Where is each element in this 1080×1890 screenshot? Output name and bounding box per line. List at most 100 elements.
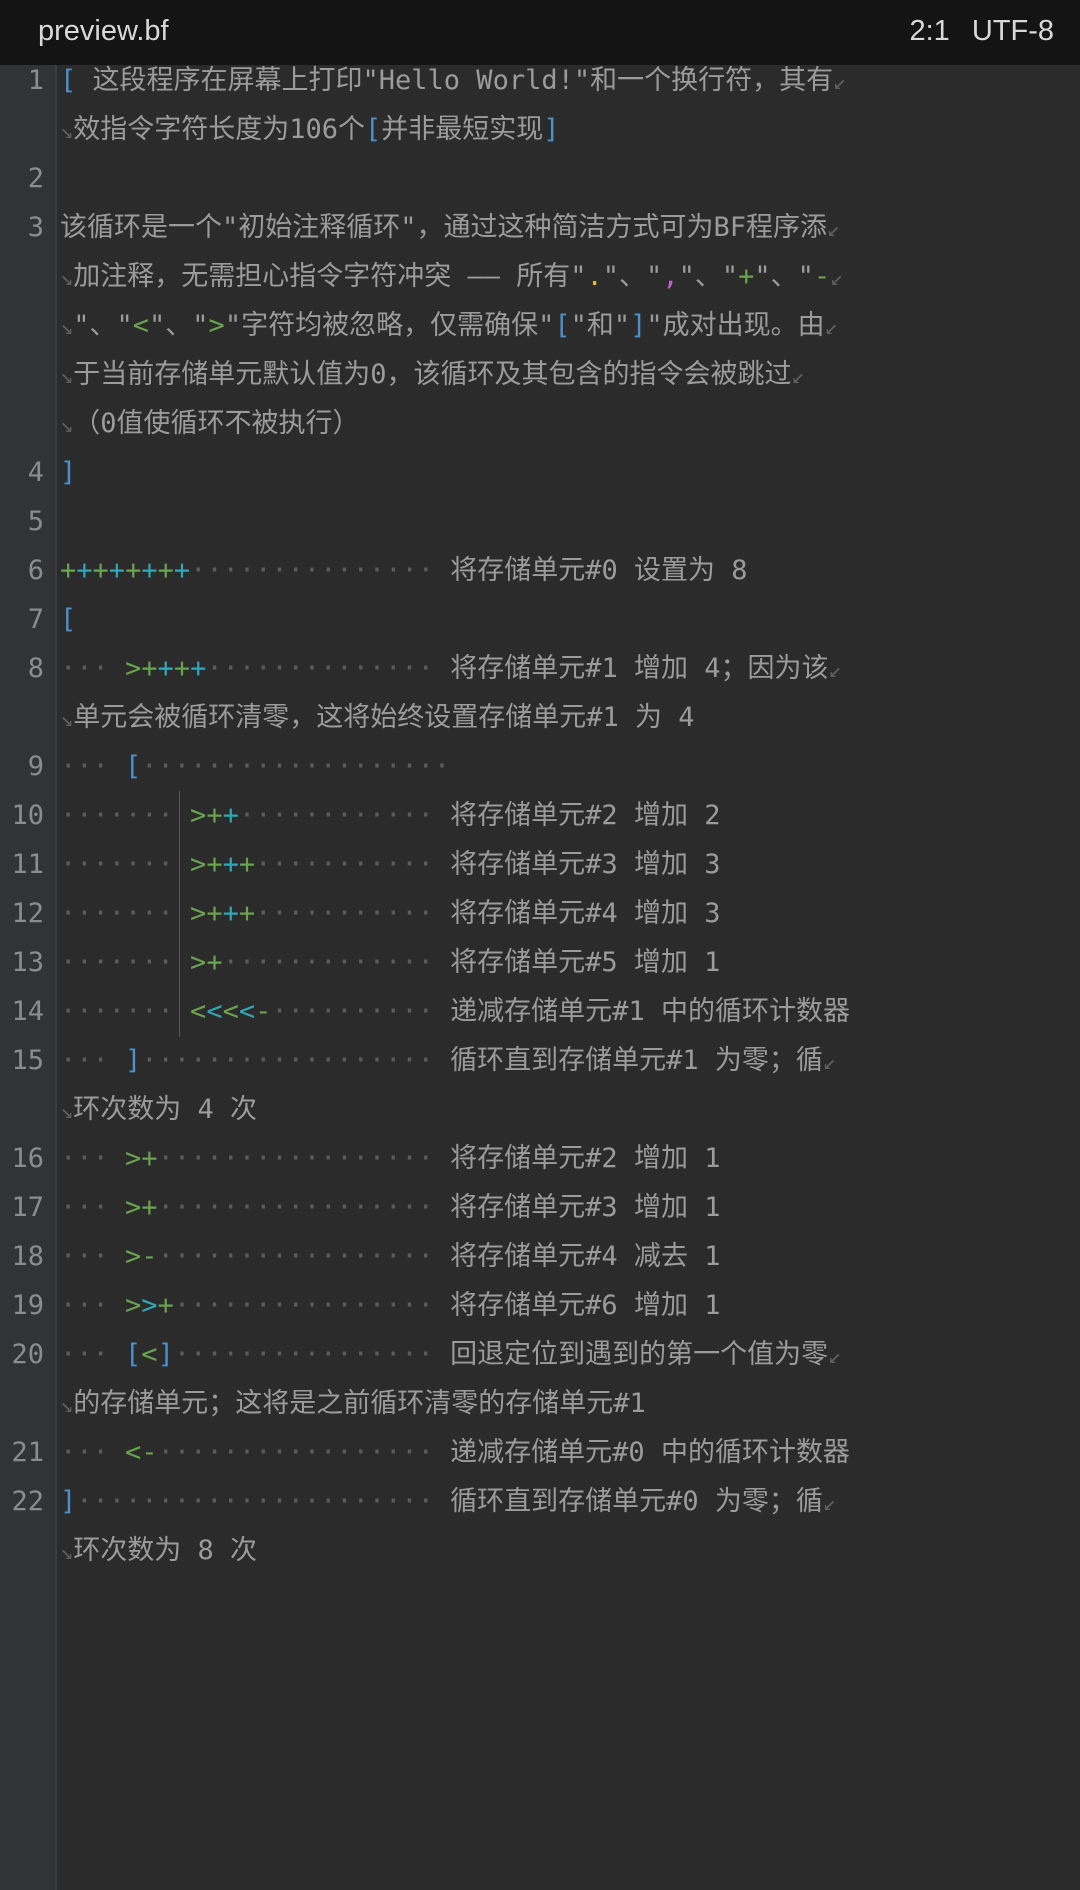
bf-operators: ] xyxy=(60,457,76,488)
bf-op-char: + xyxy=(157,653,174,684)
line-number: 4 xyxy=(27,457,44,488)
wrap-start-icon: ↘ xyxy=(60,707,74,732)
bf-operators: - xyxy=(814,261,830,292)
line-number: 15 xyxy=(11,1045,44,1076)
line-number: 6 xyxy=(27,555,44,586)
wrap-end-icon: ↙ xyxy=(830,266,844,291)
wrap-end-icon: ↙ xyxy=(828,1344,842,1369)
bf-operators: ] xyxy=(125,1045,141,1076)
line-number-gutter: 1 2 3 4 5 6 7 8 9 10 11 12 13 14 15 16 17 18 19 20 21 22 xyxy=(0,65,57,1890)
whitespace-markers: ··· xyxy=(60,653,126,684)
comment-text: "、" xyxy=(149,310,209,341)
bf-op-char: + xyxy=(206,898,223,929)
status-area: 2:1 UTF-8 xyxy=(888,15,1055,48)
comment-text: 加注释，无需担心指令字符冲突 —— 所有" xyxy=(73,261,587,292)
line-number: 17 xyxy=(11,1192,44,1223)
bf-operators: [ xyxy=(125,751,141,782)
bf-operators: >++++ xyxy=(125,653,206,684)
line-number: 14 xyxy=(11,996,44,1027)
wrap-start-icon: ↘ xyxy=(60,364,74,389)
wrap-start-icon: ↘ xyxy=(60,119,74,144)
bf-op-char: ] xyxy=(125,1045,142,1076)
comment-text: 环次数为 4 次 xyxy=(73,1094,258,1125)
comment-text: 循环直到存储单元#1 为零；循 xyxy=(450,1045,823,1076)
wrap-end-icon: ↙ xyxy=(824,315,838,340)
whitespace-markers: ··· xyxy=(60,1290,126,1321)
comment-text: "成对出现。由 xyxy=(646,310,825,341)
whitespace-markers: ··· xyxy=(60,1339,126,1370)
bf-op-char: [ xyxy=(365,114,382,145)
wrap-end-icon: ↙ xyxy=(827,217,841,242)
wrap-end-icon: ↙ xyxy=(828,658,842,683)
bf-operators: >+ xyxy=(125,1192,158,1223)
wrap-start-icon: ↘ xyxy=(60,1540,74,1565)
line-number: 9 xyxy=(27,751,44,782)
bf-op-char: [ xyxy=(125,1339,142,1370)
comment-text: "和" xyxy=(570,310,631,341)
bf-op-char: - xyxy=(141,1437,158,1468)
wrap-start-icon: ↘ xyxy=(60,1393,74,1418)
whitespace-markers: ··· xyxy=(60,1045,126,1076)
comment-text: 将存储单元#5 增加 1 xyxy=(450,947,721,978)
wrap-end-icon: ↙ xyxy=(822,1050,837,1075)
bf-op-char: ] xyxy=(630,310,647,341)
bf-operators: >+++ xyxy=(190,898,255,929)
wrap-start-icon: ↘ xyxy=(60,413,74,438)
line-number: 13 xyxy=(11,947,44,978)
line-number: 16 xyxy=(11,1143,44,1174)
cursor-position[interactable]: 2:1 xyxy=(910,15,950,47)
bf-op-char: + xyxy=(222,849,239,880)
comment-text: "、" xyxy=(73,310,133,341)
bf-op-char: + xyxy=(92,555,109,586)
bf-op-char: + xyxy=(738,261,755,292)
bf-operators: [ xyxy=(365,114,381,145)
line-number: 12 xyxy=(11,898,44,929)
whitespace-markers: ·············· xyxy=(206,653,451,684)
bf-op-char: > xyxy=(125,1241,142,1272)
line-number: 22 xyxy=(11,1486,44,1517)
bf-op-char: + xyxy=(173,653,191,684)
comment-text: 将存储单元#2 增加 1 xyxy=(450,1143,721,1174)
comment-text: 将存储单元#3 增加 1 xyxy=(450,1192,721,1223)
bf-op-char: + xyxy=(157,555,174,586)
bf-op-char: + xyxy=(141,1192,158,1223)
bf-op-char: ] xyxy=(543,114,560,145)
encoding[interactable]: UTF-8 xyxy=(972,15,1054,47)
line-number: 8 xyxy=(27,653,44,684)
comment-text: "、" xyxy=(678,261,739,292)
bf-operators: >++ xyxy=(190,800,239,831)
whitespace-markers: ············· xyxy=(222,947,451,978)
line-number: 19 xyxy=(11,1290,44,1321)
bf-op-char: > xyxy=(190,849,207,880)
bf-op-char: + xyxy=(206,800,223,831)
bf-operators: < xyxy=(133,310,149,341)
wrap-end-icon: ↙ xyxy=(822,1491,837,1516)
line-number: 2 xyxy=(27,163,44,194)
bf-op-char: + xyxy=(108,555,126,586)
whitespace-markers: ······· xyxy=(60,849,191,880)
comment-text: 环次数为 8 次 xyxy=(73,1535,258,1566)
whitespace-markers: ··· xyxy=(60,1241,126,1272)
whitespace-markers: ················ xyxy=(173,1290,451,1321)
comment-text: （0值使循环不被执行） xyxy=(73,408,360,439)
comment-text: 循环直到存储单元#0 为零；循 xyxy=(450,1486,823,1517)
bf-op-char: > xyxy=(190,947,207,978)
wrap-end-icon: ↙ xyxy=(833,70,847,95)
bf-op-char: [ xyxy=(60,65,77,96)
whitespace-markers: ················· xyxy=(157,1143,451,1174)
bf-op-char: < xyxy=(141,1339,158,1370)
bf-op-char: - xyxy=(141,1241,158,1272)
line-number: 5 xyxy=(27,506,44,537)
bf-op-char: + xyxy=(206,947,223,978)
bf-op-char: . xyxy=(586,261,603,292)
bf-operators: >>+ xyxy=(125,1290,174,1321)
bf-op-char: + xyxy=(76,555,93,586)
comment-text: "、" xyxy=(602,261,663,292)
bf-operators: <- xyxy=(125,1437,158,1468)
whitespace-markers: ············ xyxy=(238,800,451,831)
code-editor[interactable]: [ 这段程序在屏幕上打印"Hello World!"和一个换行符，其有↙ ↘效指令… xyxy=(57,65,1080,1890)
whitespace-markers: ······· xyxy=(60,898,191,929)
comment-text: 将存储单元#3 增加 3 xyxy=(450,849,721,880)
comment-text: 将存储单元#4 增加 3 xyxy=(450,898,721,929)
bf-op-char: + xyxy=(60,555,77,586)
